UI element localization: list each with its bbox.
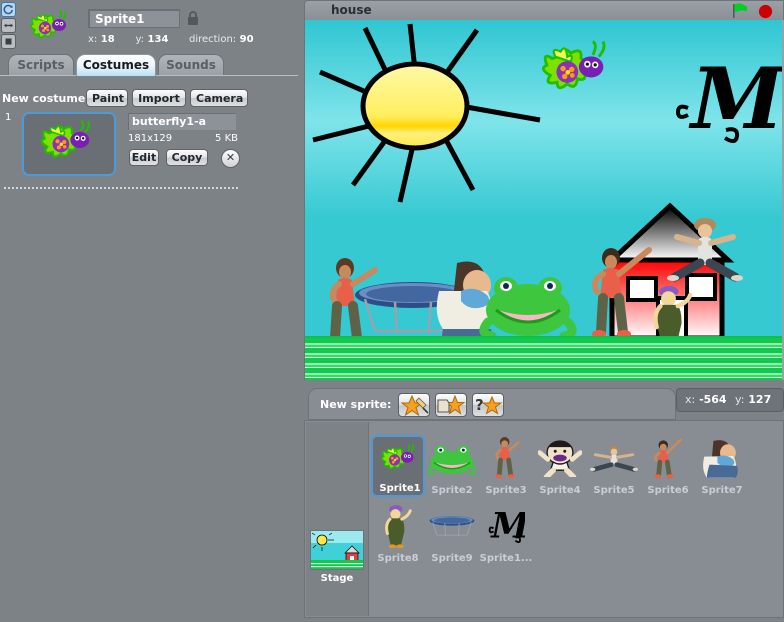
rotate-freely-button[interactable]	[1, 2, 16, 17]
y-value: 134	[147, 34, 169, 45]
stage-selector-column: Stage	[306, 422, 369, 616]
sprite-art-frog	[425, 436, 479, 480]
sprite-art-dancer-red	[479, 436, 533, 480]
list-separator	[4, 187, 240, 189]
stage-label: Stage	[320, 573, 354, 584]
sprite-item-sprite5[interactable]: Sprite5	[587, 435, 641, 497]
new-costume-bar: New costume: Paint Import Camera	[0, 76, 298, 107]
new-sprite-label: New sprite:	[320, 398, 392, 411]
lock-icon[interactable]	[186, 10, 200, 27]
stop-sign-icon[interactable]	[758, 4, 773, 19]
sprite-coordinates: x: 18 y: 134 direction: 90	[88, 34, 288, 48]
sprite-art-baby	[533, 436, 587, 480]
sprite-art-grandma	[371, 504, 425, 548]
project-title: house	[331, 3, 372, 17]
sprite-item-sprite9[interactable]: Sprite9	[425, 503, 479, 565]
costume-list-item[interactable]: 1 butterfly1-a 181x129 5 KB Edit Copy ✕	[0, 109, 298, 189]
sprite-name-field[interactable]: Sprite1	[88, 9, 180, 28]
scratch-editor-window: Sprite1 x: 18 y: 134 direction: 90 Scrip…	[0, 0, 784, 622]
tab-sounds[interactable]: Sounds	[158, 54, 224, 76]
sprite-label: Sprite3	[485, 485, 527, 496]
sprite-art-butterfly	[373, 438, 427, 482]
mouse-x-value: -564	[699, 393, 727, 406]
stage-ground	[305, 338, 784, 380]
sprite-label: Sprite9	[431, 553, 473, 564]
mouse-coordinates-readout: x: -564 y: 127	[676, 388, 784, 412]
sprite-preview-thumbnail	[26, 8, 76, 48]
editor-tabs: Scripts Sounds Costumes	[0, 54, 298, 76]
mouse-x-label: x:	[685, 393, 696, 406]
delete-costume-button[interactable]: ✕	[221, 149, 240, 168]
sprite-art-crouching	[695, 436, 749, 480]
sprite-label: Sprite1	[379, 483, 421, 494]
mouse-y-value: 127	[748, 393, 772, 406]
sprite-label: Sprite4	[539, 485, 581, 496]
sprite-info-panel: Sprite1 x: 18 y: 134 direction: 90 Scrip…	[0, 0, 298, 622]
letter-m-sprite-on-stage: M	[675, 49, 784, 148]
mouse-y-label: y:	[735, 393, 745, 406]
frog-sprite-on-stage	[479, 277, 577, 341]
costume-dimensions: 181x129	[128, 133, 173, 144]
sprite-library-pane: Stage Sprite1 Sprite2 Sprite3 Sprite4 Sp…	[304, 420, 784, 618]
sprite-art-letter-m: M	[479, 504, 533, 548]
sprite-label: Sprite2	[431, 485, 473, 496]
camera-costume-button[interactable]: Camera	[190, 89, 248, 107]
tab-costumes[interactable]: Costumes	[76, 54, 156, 76]
sprite-label: Sprite7	[701, 485, 743, 496]
new-costume-label: New costume:	[2, 92, 90, 105]
costume-thumbnail[interactable]	[22, 112, 116, 176]
sprite-item-sprite1[interactable]: Sprite1	[371, 435, 425, 497]
stage-and-sprites-panel: house M New sprite: ? x: -564 y: 127 Sta…	[300, 0, 784, 621]
direction-value: 90	[239, 34, 254, 45]
left-right-flip-button[interactable]	[1, 18, 16, 33]
svg-text:?: ?	[475, 396, 484, 414]
sun	[360, 61, 470, 151]
surprise-sprite-button[interactable]: ?	[472, 393, 504, 417]
stage-scene: M	[312, 23, 784, 360]
sprite-item-sprite2[interactable]: Sprite2	[425, 435, 479, 497]
x-label: x:	[88, 34, 98, 45]
stage-display[interactable]: M	[304, 20, 784, 380]
y-label: y:	[135, 34, 145, 45]
green-flag-icon[interactable]	[731, 3, 749, 19]
stage-header: house	[304, 0, 784, 20]
sprite-thumbnail-grid: Sprite1 Sprite2 Sprite3 Sprite4 Sprite5 …	[371, 423, 783, 615]
butterfly-sprite-on-stage	[541, 40, 606, 90]
paint-new-sprite-button[interactable]	[398, 393, 430, 417]
sprite-label: Sprite5	[593, 485, 635, 496]
sprite-art-trampoline	[425, 504, 479, 548]
sprite-item-sprite3[interactable]: Sprite3	[479, 435, 533, 497]
sprite-item-sprite10[interactable]: M Sprite1...	[479, 503, 533, 565]
new-sprite-bar: New sprite: ? x: -564 y: 127	[304, 388, 784, 424]
rotation-style-buttons	[1, 2, 17, 50]
costume-index: 1	[5, 112, 12, 123]
costume-name-field[interactable]: butterfly1-a	[128, 113, 236, 130]
no-rotate-button[interactable]	[1, 34, 16, 49]
stage-thumbnail[interactable]: Stage	[310, 530, 364, 584]
sprite-label: Sprite6	[647, 485, 689, 496]
sprite-art-dancer-arm-up	[641, 436, 695, 480]
edit-costume-button[interactable]: Edit	[129, 149, 159, 166]
sprite-item-sprite8[interactable]: Sprite8	[371, 503, 425, 565]
sprite-item-sprite6[interactable]: Sprite6	[641, 435, 695, 497]
sprite-art-splits	[587, 436, 641, 480]
direction-label: direction:	[188, 34, 237, 45]
import-costume-button[interactable]: Import	[132, 89, 186, 107]
costume-filesize: 5 KB	[215, 133, 238, 144]
costumes-panel: New costume: Paint Import Camera 1 butte…	[0, 75, 298, 622]
tab-scripts[interactable]: Scripts	[8, 54, 74, 76]
paint-costume-button[interactable]: Paint	[86, 89, 128, 107]
sprite-label: Sprite8	[377, 553, 419, 564]
costume-meta: 181x129 5 KB	[128, 133, 238, 146]
sprite-label: Sprite1...	[479, 553, 533, 564]
sprite-item-sprite7[interactable]: Sprite7	[695, 435, 749, 497]
import-sprite-button[interactable]	[435, 393, 467, 417]
x-value: 18	[100, 34, 115, 45]
costume-list: 1 butterfly1-a 181x129 5 KB Edit Copy ✕	[0, 109, 298, 189]
copy-costume-button[interactable]: Copy	[166, 149, 208, 166]
sprite-item-sprite4[interactable]: Sprite4	[533, 435, 587, 497]
